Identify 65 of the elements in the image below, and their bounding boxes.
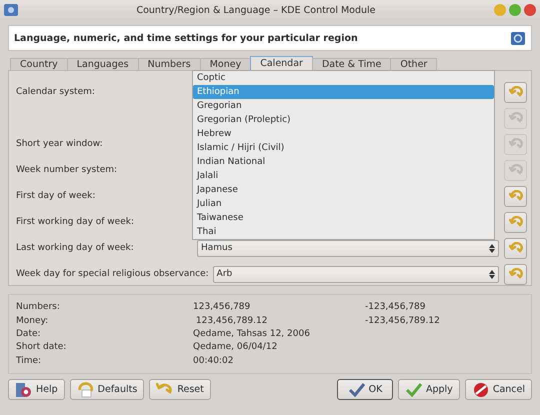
dropdown-option[interactable]: Thai: [193, 225, 494, 239]
header-text: Language, numeric, and time settings for your particular region: [14, 32, 358, 44]
tab[interactable]: Date & Time: [312, 58, 392, 70]
dialog-button[interactable]: Reset: [149, 379, 211, 400]
close-button[interactable]: [524, 4, 536, 16]
dialog-button[interactable]: Cancel: [464, 379, 532, 400]
minimize-button[interactable]: [494, 4, 506, 16]
dropdown-option[interactable]: Taiwanese: [193, 211, 494, 225]
maximize-button[interactable]: [509, 4, 521, 16]
dropdown-option[interactable]: Julian: [193, 197, 494, 211]
setting-label: Last working day of week:: [16, 243, 134, 253]
setting-label: Calendar system:: [16, 87, 95, 97]
cancel-icon: [472, 382, 490, 398]
dropdown-option[interactable]: Gregorian (Proleptic): [193, 113, 494, 127]
checkmark-icon: [404, 382, 423, 398]
preview-value: Qedame, Tahsas 12, 2006: [193, 329, 311, 340]
reset-button[interactable]: [504, 186, 527, 206]
reset-button[interactable]: [504, 82, 527, 102]
tab[interactable]: Country: [10, 58, 68, 70]
dialog-button[interactable]: Apply: [398, 379, 460, 400]
preview-value: -123,456,789: [365, 302, 426, 312]
dropdown-field[interactable]: Arb: [212, 266, 499, 282]
reset-button[interactable]: [504, 264, 527, 284]
spinner-arrows-icon: [489, 244, 495, 252]
preview-value: 00:40:02: [193, 356, 234, 366]
reset-button[interactable]: [504, 108, 527, 128]
dropdown-option[interactable]: Gregorian: [193, 99, 494, 113]
dropdown-option[interactable]: Jalali: [193, 169, 494, 183]
spinner-arrows-icon: [489, 270, 495, 278]
dialog-button[interactable]: Defaults: [70, 379, 144, 400]
preview-label: Date:: [16, 329, 42, 340]
tab[interactable]: Languages: [66, 58, 139, 70]
setting-label: Week day for special religious observance:: [16, 269, 209, 279]
preview-label: Numbers:: [16, 302, 61, 312]
reset-button[interactable]: [504, 238, 527, 258]
dialog-button[interactable]: OK: [336, 379, 393, 400]
dropdown-field[interactable]: Hamus: [197, 240, 499, 256]
dropdown-option[interactable]: Islamic / Hijri (Civil): [193, 141, 494, 155]
dropdown-option[interactable]: Indian National: [193, 155, 494, 169]
dropdown-option[interactable]: Coptic: [193, 71, 494, 85]
preview-value: Qedame, 06/04/12: [193, 342, 278, 352]
setting-label: Week number system:: [16, 165, 118, 175]
app-icon: [4, 4, 18, 16]
preview-label: Short date:: [16, 342, 68, 352]
setting-label: First day of week:: [16, 191, 96, 201]
preview-label: Time:: [16, 356, 42, 366]
window-title: Country/Region & Language – KDE Control Module: [135, 4, 377, 16]
reset-button[interactable]: [504, 160, 527, 180]
checkmark-icon: [348, 382, 366, 398]
dropdown-option[interactable]: Japanese: [193, 183, 494, 197]
dialog-button[interactable]: Help: [8, 379, 65, 400]
reset-button[interactable]: [504, 134, 527, 154]
tab[interactable]: Money: [200, 58, 252, 70]
preview-value: -123,456,789.12: [365, 316, 440, 326]
preview-value: 123,456,789: [193, 302, 252, 312]
dropdown-option[interactable]: Hebrew: [193, 127, 494, 141]
tab[interactable]: Other: [390, 58, 438, 70]
reset-button[interactable]: [504, 212, 527, 232]
setting-label: First working day of week:: [16, 217, 134, 227]
globe-icon: [511, 32, 525, 44]
tab[interactable]: Calendar: [250, 56, 313, 70]
setting-label: Short year window:: [16, 139, 103, 149]
preview-label: Money:: [16, 316, 50, 326]
tab[interactable]: Numbers: [138, 58, 201, 70]
preview-value: 123,456,789.12: [194, 316, 268, 326]
